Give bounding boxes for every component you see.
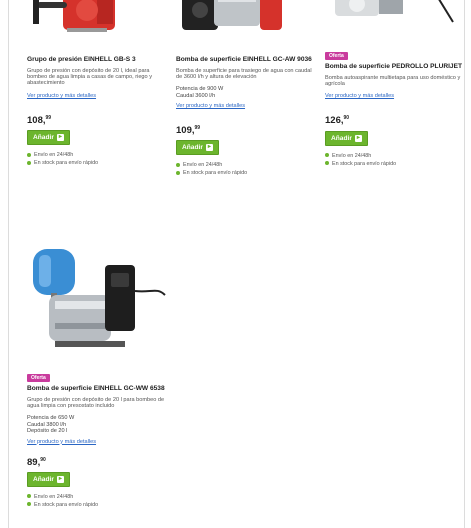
product-image[interactable]	[325, 0, 465, 40]
cart-arrow-icon: ▸	[354, 134, 362, 142]
offer-badge: Oferta	[325, 52, 348, 60]
product-spec: Caudal 3600 l/h	[176, 92, 216, 99]
add-to-cart-button[interactable]: Añadir ▸	[176, 140, 219, 156]
cart-arrow-icon: ▸	[56, 475, 64, 483]
product-title[interactable]: Bomba de superficie EINHELL GC-AW 9036	[176, 56, 316, 64]
price-integer: 109,	[176, 125, 195, 137]
product-image[interactable]	[176, 0, 316, 40]
check-icon	[27, 152, 31, 157]
product-grid: Grupo de presión EINHELL GB-S 3 Grupo de…	[0, 0, 471, 528]
product-card[interactable]: Oferta Bomba de superficie EINHELL GC-WW…	[27, 243, 167, 509]
price-decimal: 90	[40, 456, 46, 463]
product-title[interactable]: Grupo de presión EINHELL GB-S 3	[27, 56, 167, 64]
stock-status: En stock para envío rápido	[183, 170, 248, 177]
check-icon	[176, 162, 180, 167]
product-spec: Depósito de 20 l	[27, 428, 68, 435]
price-integer: 89,	[27, 456, 41, 468]
product-description: Bomba autoaspirante multietapa para uso …	[325, 74, 461, 87]
check-icon	[176, 170, 180, 175]
cart-arrow-icon: ▸	[205, 144, 213, 152]
product-title[interactable]: Bomba de superficie PEDROLLO PLURIJET	[325, 63, 465, 71]
product-card[interactable]: Bomba de superficie EINHELL GC-AW 9036 B…	[176, 0, 316, 177]
stock-status: En stock para envío rápido	[332, 160, 397, 167]
product-details-link[interactable]: Ver producto y más detalles	[27, 93, 167, 99]
check-icon	[27, 502, 31, 507]
add-label: Añadir	[182, 144, 203, 152]
product-price: 109,99	[176, 125, 316, 136]
product-details-link[interactable]: Ver producto y más detalles	[27, 439, 167, 445]
check-icon	[325, 153, 329, 158]
add-label: Añadir	[33, 475, 54, 483]
price-decimal: 99	[45, 114, 52, 121]
price-decimal: 99	[194, 125, 201, 132]
product-image[interactable]	[27, 0, 167, 40]
add-label: Añadir	[331, 134, 352, 142]
availability: Envío en 24/48h En stock para envío rápi…	[325, 152, 465, 168]
shipping-status: Envío en 24/48h	[34, 493, 74, 500]
add-label: Añadir	[33, 133, 54, 141]
product-price: 108,99	[27, 115, 167, 126]
price-integer: 108,	[27, 114, 46, 126]
left-divider	[8, 0, 9, 528]
add-to-cart-button[interactable]: Añadir ▸	[27, 471, 70, 487]
check-icon	[27, 494, 31, 499]
availability: Envío en 24/48h En stock para envío rápi…	[27, 493, 167, 509]
product-title[interactable]: Bomba de superficie EINHELL GC-WW 6538	[27, 385, 167, 393]
product-details-link[interactable]: Ver producto y más detalles	[176, 103, 316, 109]
stock-status: En stock para envío rápido	[34, 501, 99, 508]
shipping-status: Envío en 24/48h	[34, 151, 74, 158]
add-to-cart-button[interactable]: Añadir ▸	[325, 130, 368, 146]
product-image[interactable]	[27, 243, 167, 358]
shipping-status: Envío en 24/48h	[183, 162, 223, 169]
price-decimal: 90	[343, 115, 350, 122]
product-price: 126,90	[325, 115, 465, 126]
product-details-link[interactable]: Ver producto y más detalles	[325, 93, 465, 99]
shipping-status: Envío en 24/48h	[332, 152, 372, 159]
availability: Envío en 24/48h En stock para envío rápi…	[176, 161, 316, 177]
product-description: Grupo de presión con depósito de 20 l, i…	[27, 67, 153, 87]
price-integer: 126,	[325, 115, 344, 127]
check-icon	[325, 161, 329, 166]
add-to-cart-button[interactable]: Añadir ▸	[27, 129, 70, 145]
stock-status: En stock para envío rápido	[34, 159, 99, 166]
availability: Envío en 24/48h En stock para envío rápi…	[27, 151, 167, 167]
check-icon	[27, 160, 31, 165]
cart-arrow-icon: ▸	[56, 133, 64, 141]
product-description: Bomba de superficie para trasiego de agu…	[176, 67, 312, 80]
product-card[interactable]: Oferta Bomba de superficie PEDROLLO PLUR…	[325, 0, 465, 168]
product-description: Grupo de presión con depósito de 20 l pa…	[27, 396, 165, 409]
offer-badge: Oferta	[27, 374, 50, 382]
product-card[interactable]: Grupo de presión EINHELL GB-S 3 Grupo de…	[27, 0, 167, 167]
product-price: 89,90	[27, 457, 167, 468]
